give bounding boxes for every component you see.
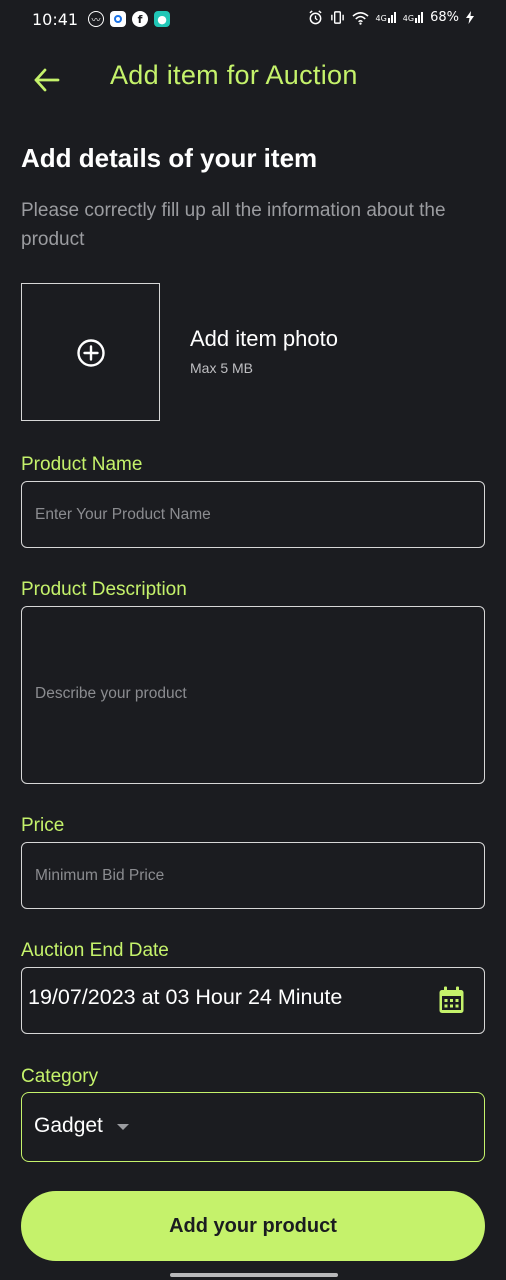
home-indicator[interactable]: [170, 1273, 338, 1277]
status-notification-icons: 〰 f ●: [88, 11, 170, 27]
status-time: 10:41: [32, 10, 79, 29]
battery-charging-icon: [466, 11, 474, 24]
auction-end-date-label: Auction End Date: [21, 940, 169, 961]
wifi-icon: [351, 11, 369, 25]
photo-label: Add item photo: [190, 326, 338, 351]
price-field: [21, 842, 485, 909]
battery-level: 68%: [430, 10, 459, 25]
vibrate-icon: [330, 11, 344, 24]
auction-end-date-value: 19/07/2023 at 03 Hour 24 Minute: [28, 985, 343, 1009]
back-button[interactable]: [30, 60, 64, 100]
price-label: Price: [21, 815, 65, 836]
product-name-label: Product Name: [21, 454, 143, 475]
section-heading: Add details of your item: [21, 143, 318, 173]
add-product-button[interactable]: Add your product: [21, 1191, 485, 1261]
status-system-icons: 4G 4G 68%: [308, 10, 474, 25]
product-name-input[interactable]: [22, 482, 484, 547]
plus-circle-icon: [77, 339, 105, 367]
category-label: Category: [21, 1066, 99, 1087]
blue-app-icon: [110, 11, 126, 27]
arrow-left-icon: [34, 68, 60, 92]
product-description-label: Product Description: [21, 579, 187, 600]
facebook-icon: f: [132, 11, 148, 27]
signal-icon: 4G: [376, 12, 396, 23]
caret-down-icon: [117, 1124, 129, 1130]
photo-size-hint: Max 5 MB: [190, 360, 254, 376]
section-subtitle: Please correctly fill up all the informa…: [21, 200, 446, 250]
product-name-field: [21, 481, 485, 548]
alarm-icon: [308, 10, 322, 25]
product-description-field: [21, 606, 485, 784]
page-title: Add item for Auction: [110, 60, 358, 90]
signal-icon: 4G: [403, 12, 424, 23]
product-description-input[interactable]: [22, 607, 484, 783]
chat-app-icon: ●: [154, 11, 170, 27]
category-selected-value: Gadget: [34, 1114, 103, 1137]
price-input[interactable]: [22, 843, 484, 908]
messenger-icon: 〰: [88, 11, 104, 27]
calendar-icon[interactable]: [438, 986, 465, 1015]
add-product-button-label: Add your product: [169, 1214, 337, 1237]
